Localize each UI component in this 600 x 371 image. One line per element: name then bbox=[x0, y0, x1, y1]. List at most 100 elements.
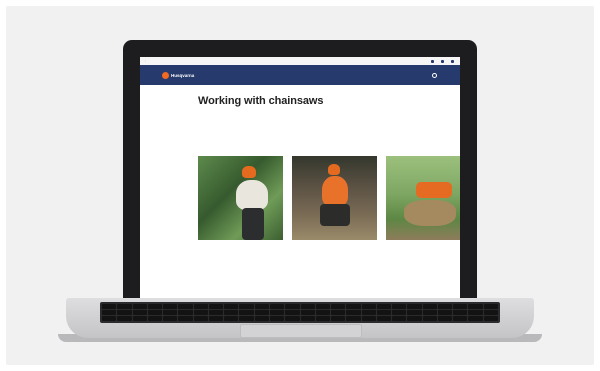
article-cards bbox=[198, 156, 460, 243]
keyboard-key bbox=[331, 316, 346, 321]
keyboard-key bbox=[453, 304, 468, 309]
worker-legs-shape bbox=[320, 204, 350, 226]
keyboard-key bbox=[254, 310, 269, 315]
keyboard-key bbox=[422, 304, 437, 309]
laptop-trackpad bbox=[240, 324, 362, 338]
utility-link-cart[interactable] bbox=[451, 59, 455, 63]
keyboard-key bbox=[437, 310, 453, 315]
keyboard-key bbox=[239, 304, 254, 309]
cart-icon bbox=[451, 59, 454, 63]
keyboard-key bbox=[147, 316, 163, 321]
keyboard-key bbox=[437, 304, 453, 309]
laptop-screen: ◦ Husqvarna Working with chainsaws bbox=[140, 57, 460, 300]
keyboard-key bbox=[315, 316, 331, 321]
card-image-forest-worker bbox=[292, 156, 377, 240]
keyboard-key bbox=[254, 316, 269, 321]
keyboard-key bbox=[346, 310, 361, 315]
keyboard-key bbox=[376, 316, 392, 321]
keyboard-key bbox=[300, 310, 315, 315]
keyboard-key bbox=[102, 304, 117, 309]
keyboard-key bbox=[361, 310, 376, 315]
keyboard-key bbox=[331, 304, 346, 309]
keyboard-key bbox=[468, 304, 483, 309]
logo-text: Husqvarna bbox=[171, 72, 195, 78]
utility-link-store[interactable] bbox=[431, 59, 435, 63]
breadcrumb bbox=[140, 85, 460, 89]
keyboard-key bbox=[117, 310, 132, 315]
keyboard-key bbox=[132, 316, 147, 321]
keyboard-key bbox=[376, 304, 392, 309]
keyboard-key bbox=[163, 316, 178, 321]
utility-link-account[interactable] bbox=[441, 59, 445, 63]
keyboard-key bbox=[117, 316, 132, 321]
keyboard-key bbox=[102, 310, 117, 315]
keyboard-key bbox=[224, 316, 239, 321]
keyboard-key bbox=[346, 316, 361, 321]
keyboard-key bbox=[285, 304, 300, 309]
keyboard-key bbox=[239, 316, 254, 321]
keyboard-key bbox=[193, 310, 208, 315]
chainsaw-shape bbox=[416, 182, 452, 198]
keyboard-key bbox=[453, 310, 468, 315]
keyboard-key bbox=[361, 304, 376, 309]
keyboard-key bbox=[178, 316, 193, 321]
keyboard-key bbox=[224, 310, 239, 315]
keyboard-key bbox=[483, 316, 498, 321]
keyboard-key bbox=[254, 304, 269, 309]
keyboard-key bbox=[117, 304, 132, 309]
keyboard-key bbox=[132, 310, 147, 315]
main-navigation: Husqvarna bbox=[140, 65, 460, 85]
laptop-keyboard bbox=[100, 302, 500, 323]
keyboard-key bbox=[361, 316, 376, 321]
keyboard-key bbox=[468, 316, 483, 321]
article-card[interactable] bbox=[198, 156, 283, 243]
globe-icon: ◦ bbox=[145, 59, 147, 63]
keyboard-key bbox=[407, 304, 422, 309]
search-icon bbox=[432, 72, 437, 78]
keyboard-key bbox=[193, 304, 208, 309]
search-button[interactable] bbox=[432, 72, 438, 78]
page-title: Working with chainsaws bbox=[198, 95, 324, 107]
language-selector[interactable]: ◦ bbox=[145, 59, 147, 63]
keyboard-key bbox=[178, 304, 193, 309]
keyboard-key bbox=[453, 316, 468, 321]
keyboard-key bbox=[392, 310, 407, 315]
keyboard-key bbox=[483, 304, 498, 309]
article-card[interactable] bbox=[386, 156, 460, 243]
keyboard-key bbox=[437, 316, 453, 321]
keyboard-key bbox=[315, 304, 331, 309]
keyboard-key bbox=[147, 310, 163, 315]
keyboard-key bbox=[407, 316, 422, 321]
helmet-shape bbox=[328, 164, 340, 175]
account-icon bbox=[441, 59, 444, 63]
worker-legs-shape bbox=[242, 208, 264, 240]
keyboard-key bbox=[300, 304, 315, 309]
keyboard-key bbox=[208, 304, 224, 309]
keyboard-key bbox=[285, 316, 300, 321]
keyboard-key bbox=[102, 316, 117, 321]
article-card[interactable] bbox=[292, 156, 377, 243]
keyboard-key bbox=[468, 310, 483, 315]
keyboard-key bbox=[193, 316, 208, 321]
card-image-chainsaw-felling bbox=[198, 156, 283, 240]
stump-shape bbox=[404, 200, 456, 226]
husqvarna-crown-icon bbox=[162, 71, 169, 79]
keyboard-key bbox=[300, 316, 315, 321]
keyboard-key bbox=[376, 310, 392, 315]
keyboard-key bbox=[483, 310, 498, 315]
keyboard-key bbox=[315, 310, 331, 315]
card-image-chainsaw-on-stump bbox=[386, 156, 460, 240]
keyboard-key bbox=[422, 310, 437, 315]
brand-logo[interactable]: Husqvarna bbox=[162, 71, 195, 79]
store-icon bbox=[431, 59, 434, 63]
helmet-shape bbox=[242, 166, 256, 178]
keyboard-key bbox=[407, 310, 422, 315]
keyboard-key bbox=[285, 310, 300, 315]
keyboard-key bbox=[269, 310, 285, 315]
keyboard-key bbox=[147, 304, 163, 309]
keyboard-key bbox=[392, 316, 407, 321]
utility-links bbox=[431, 59, 455, 63]
keyboard-key bbox=[346, 304, 361, 309]
utility-bar: ◦ bbox=[140, 57, 460, 65]
keyboard-key bbox=[269, 316, 285, 321]
